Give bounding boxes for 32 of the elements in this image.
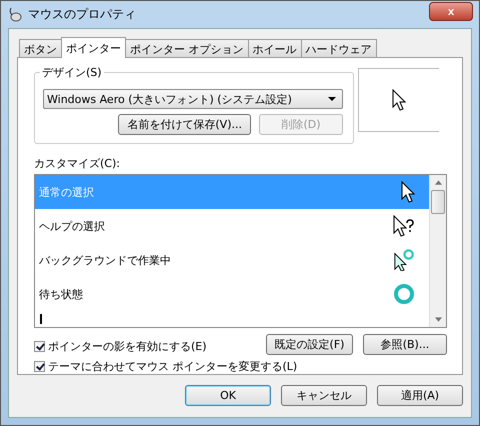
text-cursor-icon (39, 314, 43, 324)
dialog-button[interactable]: キャンセル (281, 385, 367, 406)
checkbox[interactable]: テーマに合わせてマウス ポインターを変更する(L) (34, 359, 447, 374)
arrow-pointer-icon (401, 181, 415, 203)
dialog-button[interactable]: OK (185, 385, 271, 406)
tab[interactable]: ボタン (19, 39, 62, 57)
scroll-down-icon[interactable] (434, 317, 442, 322)
save-as-button[interactable]: 名前を付けて保存(V)... (118, 114, 251, 135)
scrollbar[interactable] (429, 175, 446, 327)
help-pointer-icon (393, 215, 415, 237)
list-item[interactable]: バックグラウンドで作業中 (35, 243, 429, 277)
mouse-icon (7, 6, 23, 22)
scrollbar-thumb[interactable] (431, 190, 445, 214)
caret-icon (328, 97, 336, 101)
window-title: マウスのプロパティ (28, 6, 137, 23)
tab[interactable]: ハードウェア (300, 39, 376, 57)
scheme-dropdown[interactable]: Windows Aero (大きいフォント) (システム設定) (43, 89, 343, 109)
group-label: デザイン(S) (40, 65, 104, 80)
busy-ring-icon (393, 283, 415, 305)
browse-button[interactable]: 参照(B)... (363, 334, 447, 355)
checkbox[interactable]: ポインターの影を有効にする(E) (34, 339, 256, 354)
list-item[interactable]: ヘルプの選択 (35, 209, 429, 243)
default-button[interactable]: 既定の設定(F) (266, 334, 353, 355)
scroll-up-icon[interactable] (434, 180, 442, 185)
arrow-pointer-icon (392, 89, 406, 111)
tab[interactable]: ホイール (248, 39, 302, 57)
working-pointer-icon (393, 249, 415, 271)
tab[interactable]: ポインター オプション (125, 39, 248, 57)
dialog-button[interactable]: 適用(A) (377, 385, 463, 406)
customize-label: カスタマイズ(C): (34, 156, 121, 171)
tab[interactable]: ポインター (61, 37, 126, 58)
list-item[interactable]: 待ち状態 (35, 277, 429, 311)
